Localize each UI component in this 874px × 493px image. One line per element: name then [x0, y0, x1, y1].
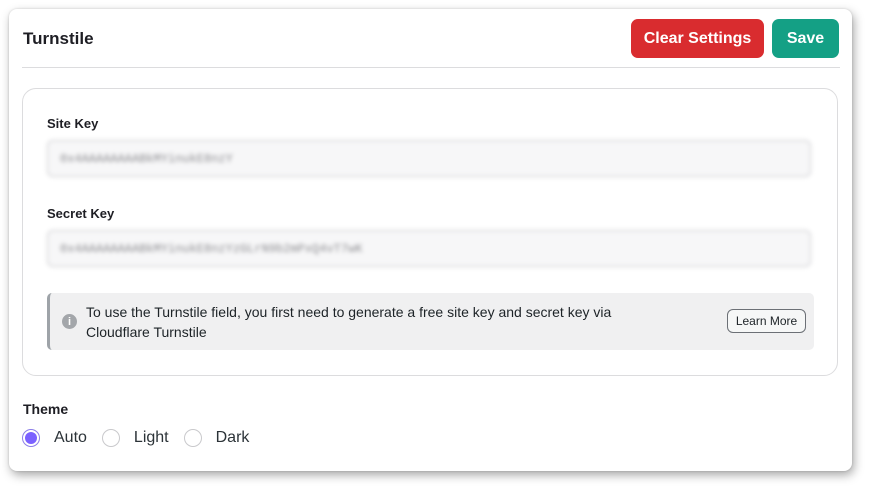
theme-radio-group: Auto Light Dark	[22, 429, 264, 447]
secret-key-label: Secret Key	[47, 206, 115, 221]
theme-option-label: Dark	[215, 429, 250, 446]
page-title: Turnstile	[23, 29, 94, 48]
header-divider	[22, 67, 840, 68]
theme-option-label: Auto	[54, 429, 87, 446]
keys-panel: Site Key 0x4AAAAAAAABkMYinukE8nzY Secret…	[22, 88, 838, 376]
site-key-label: Site Key	[47, 116, 99, 131]
save-button[interactable]: Save	[772, 19, 839, 58]
secret-key-input[interactable]: 0x4AAAAAAAABkMYinukE8nzYzGLrN9b2mPxQ4vT7…	[47, 230, 811, 267]
theme-label: Theme	[23, 401, 69, 417]
theme-option-light[interactable]: Light	[101, 429, 169, 447]
theme-option-auto[interactable]: Auto	[22, 429, 87, 447]
learn-more-button[interactable]: Learn More	[727, 309, 806, 333]
theme-option-dark[interactable]: Dark	[183, 429, 250, 447]
turnstile-notice: i To use the Turnstile field, you first …	[47, 293, 814, 350]
notice-text: To use the Turnstile field, you first ne…	[86, 304, 612, 340]
radio-dark[interactable]	[183, 429, 202, 447]
turnstile-settings-card: Turnstile Clear Settings Save Site Key 0…	[9, 9, 852, 471]
site-key-input[interactable]: 0x4AAAAAAAABkMYinukE8nzY	[47, 140, 811, 177]
radio-light[interactable]	[101, 429, 120, 447]
radio-auto[interactable]	[22, 429, 40, 447]
info-icon: i	[62, 314, 77, 329]
theme-option-label: Light	[133, 429, 169, 446]
clear-settings-button[interactable]: Clear Settings	[631, 19, 764, 58]
